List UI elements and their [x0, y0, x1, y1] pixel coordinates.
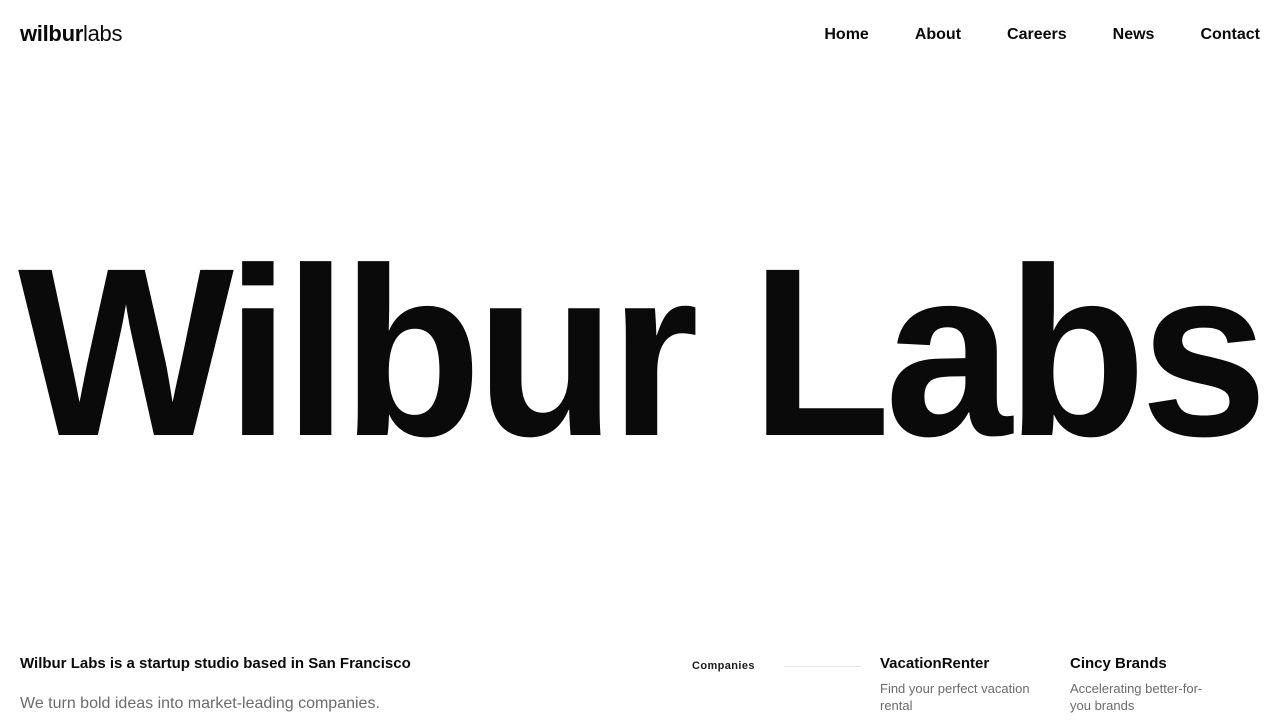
nav-careers[interactable]: Careers	[1007, 24, 1067, 46]
hero-wordmark: Wilbur Labs	[0, 245, 1280, 455]
logo-bold-text: wilbur	[20, 21, 83, 46]
nav-contact[interactable]: Contact	[1200, 24, 1260, 46]
companies-label: Companies	[692, 660, 755, 672]
companies-divider	[784, 666, 861, 667]
logo-light-text: labs	[82, 21, 123, 46]
intro-block: Wilbur Labs is a startup studio based in…	[20, 654, 411, 714]
company-description: Accelerating better-for-you brands	[1070, 681, 1203, 713]
company-card-cincy-brands[interactable]: Cincy Brands Accelerating better-for-you…	[1070, 654, 1220, 714]
company-card-vacationrenter[interactable]: VacationRenter Find your perfect vacatio…	[880, 654, 1030, 714]
intro-subtext: We turn bold ideas into market-leading c…	[20, 695, 380, 712]
main-nav: Home About Careers News Contact	[824, 24, 1260, 46]
company-description: Find your perfect vacation rental	[880, 681, 1030, 713]
intro-tagline: Wilbur Labs is a startup studio based in…	[20, 655, 411, 672]
nav-news[interactable]: News	[1113, 24, 1155, 46]
site-logo[interactable]: wilburlabs	[20, 20, 122, 48]
company-name: Cincy Brands	[1070, 655, 1167, 672]
nav-about[interactable]: About	[915, 24, 961, 46]
nav-home[interactable]: Home	[824, 24, 868, 46]
hero-wordmark-text: Wilbur Labs	[18, 245, 1262, 455]
company-name: VacationRenter	[880, 655, 990, 672]
